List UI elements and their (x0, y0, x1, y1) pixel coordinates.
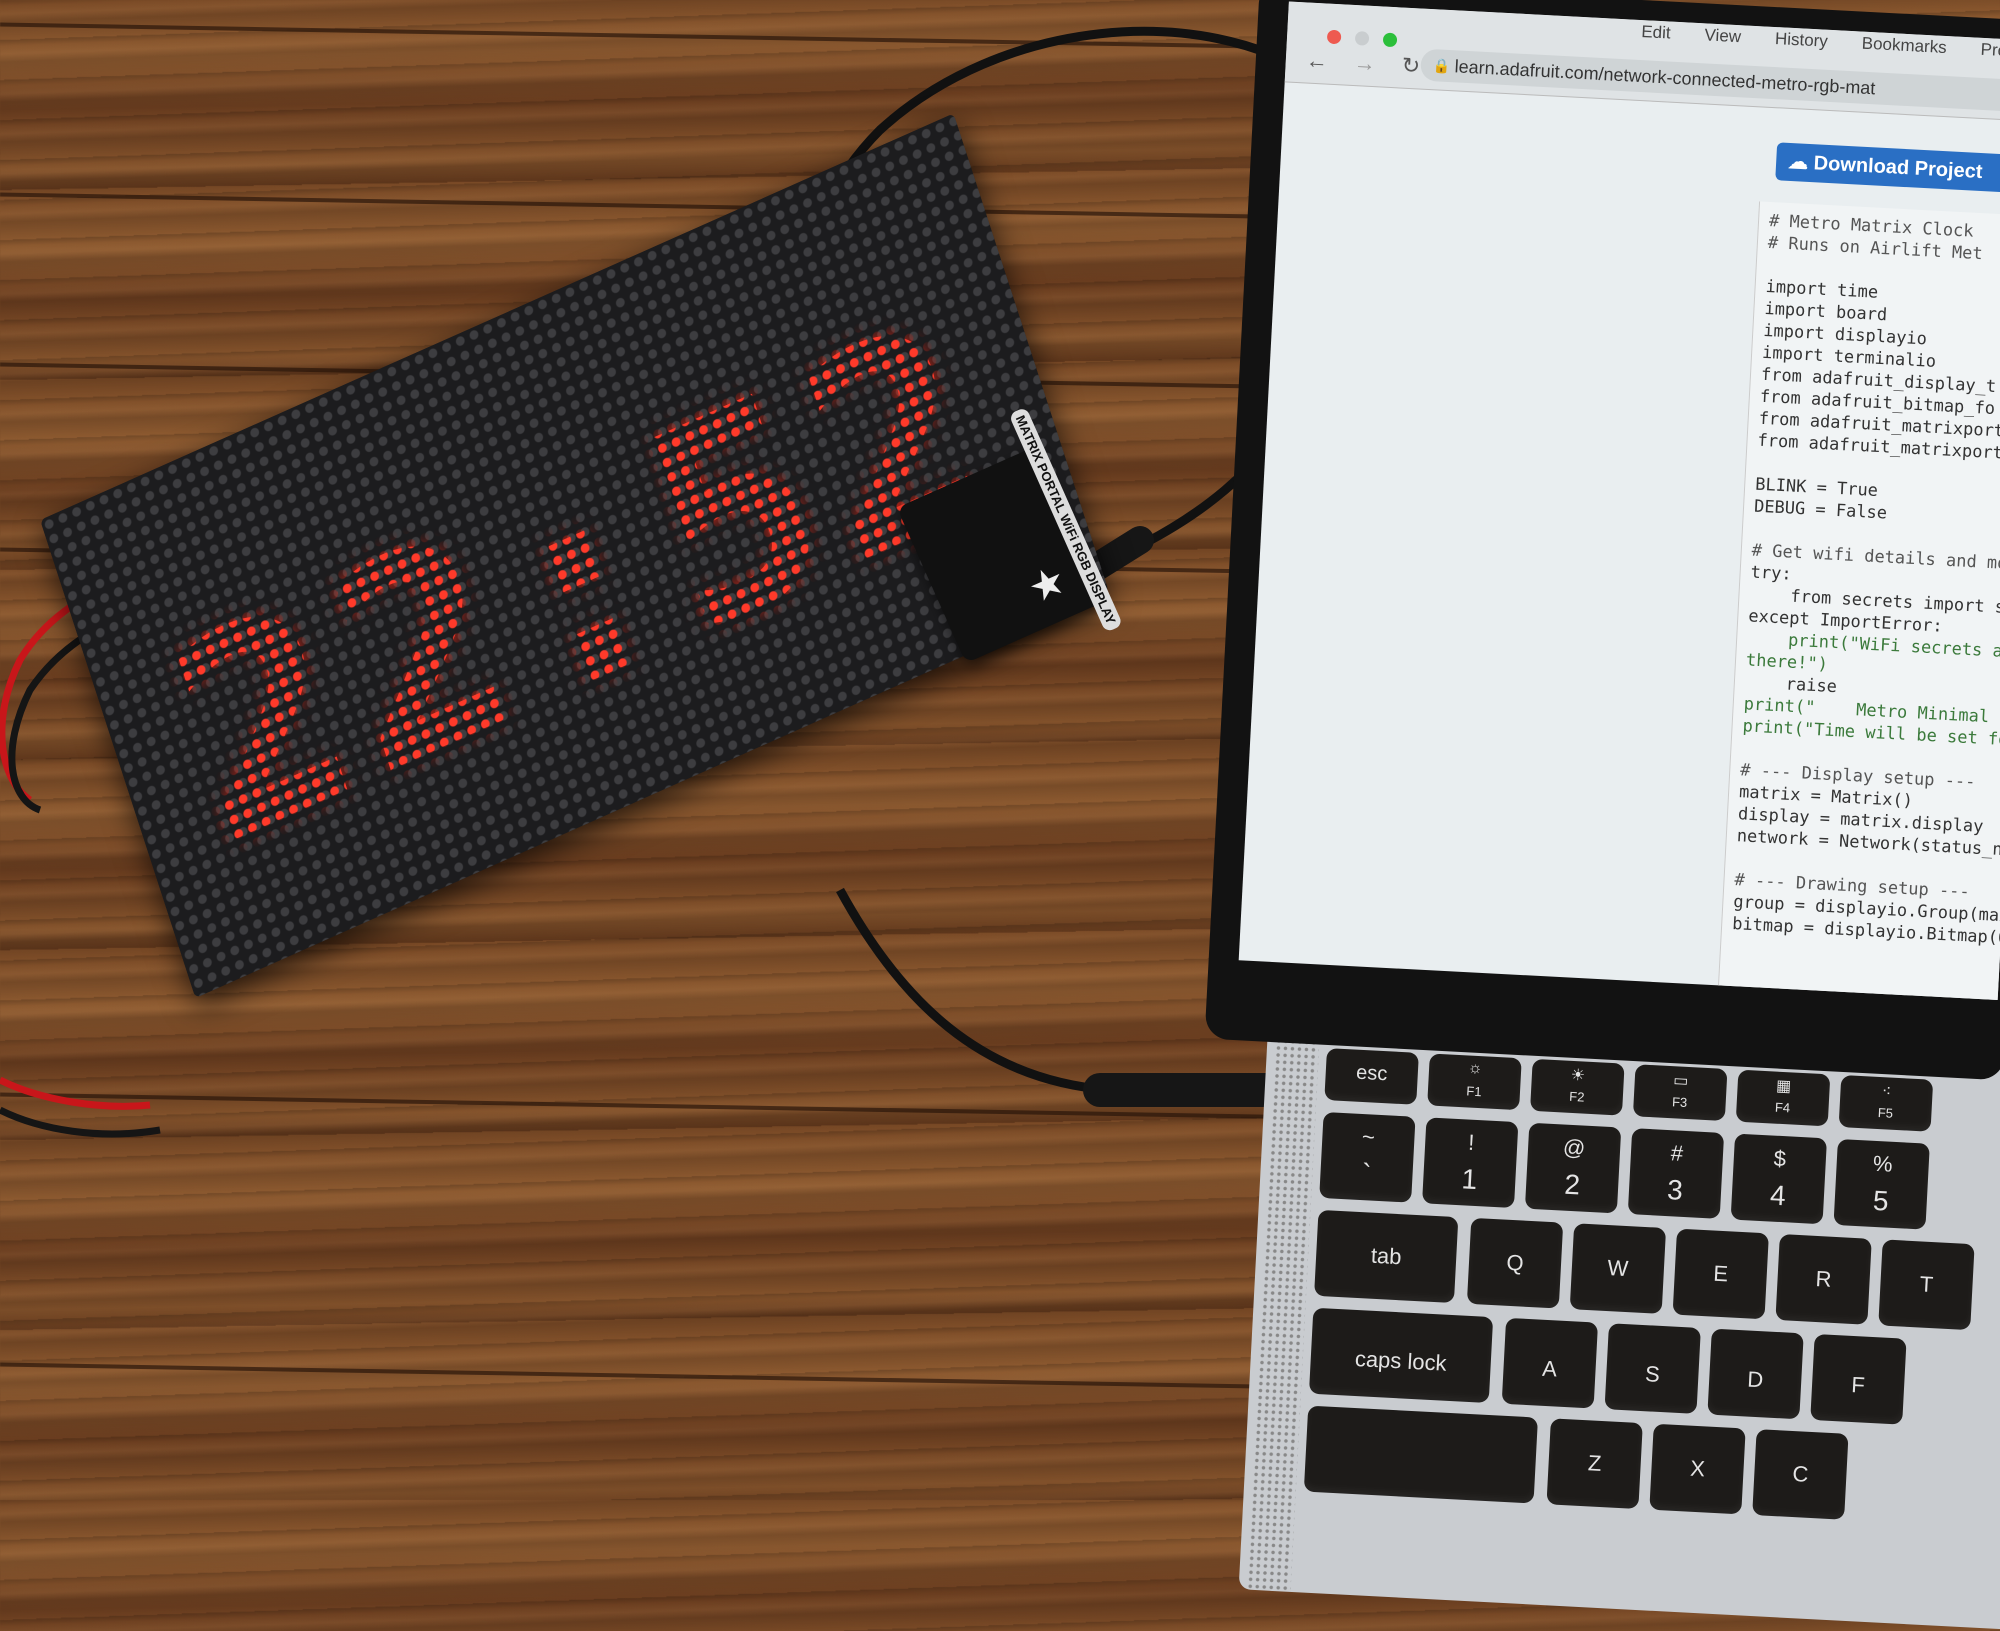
key-label: 5 (1872, 1184, 1890, 1217)
key-4[interactable]: $4 (1730, 1133, 1827, 1225)
key-label: S (1644, 1361, 1661, 1387)
key-a[interactable]: A (1501, 1317, 1599, 1409)
key-tab[interactable]: tab (1314, 1209, 1459, 1304)
key-shift[interactable] (1303, 1405, 1538, 1504)
key-label: D (1746, 1366, 1764, 1393)
key-1[interactable]: ! 1 (1422, 1117, 1519, 1209)
adafruit-star-icon: ★ (1023, 558, 1071, 610)
minimize-window-button[interactable] (1354, 31, 1370, 46)
key-label: 4 (1769, 1179, 1787, 1212)
key-label: 1 (1460, 1163, 1478, 1196)
key-label: ☀ (1570, 1066, 1586, 1085)
key-label: ▦ (1775, 1077, 1792, 1096)
forward-arrow-icon[interactable]: → (1353, 50, 1376, 77)
key-label: F3 (1671, 1094, 1688, 1110)
key-label: Z (1587, 1450, 1603, 1476)
key-label: F5 (1877, 1104, 1894, 1121)
key-f3[interactable]: ▭ F3 (1632, 1064, 1728, 1121)
lock-icon: 🔒 (1432, 57, 1451, 75)
key-label: R (1815, 1265, 1833, 1292)
key-label: 2 (1563, 1168, 1581, 1201)
key-label (1307, 1436, 1537, 1448)
key-q[interactable]: Q (1466, 1217, 1564, 1309)
key-label: 3 (1666, 1174, 1684, 1206)
url-text: learn.adafruit.com/network-connected-met… (1454, 56, 1876, 99)
key-label: X (1689, 1455, 1706, 1482)
power-wire-black (0, 1106, 161, 1138)
key-z[interactable]: Z (1546, 1418, 1643, 1509)
laptop-screen: Edit View History Bookmarks Profiles ← → ↻ 🔒… (1238, 1, 2000, 1001)
key-label: A (1541, 1355, 1558, 1382)
key-label: F4 (1774, 1099, 1791, 1116)
key-t[interactable]: T (1878, 1239, 1975, 1331)
download-project-button[interactable]: ☁ Download Project (1775, 142, 2000, 197)
key-f[interactable]: F (1810, 1333, 1907, 1425)
menu-item[interactable]: Bookmarks (1861, 34, 1947, 58)
key-label: % (1872, 1150, 1894, 1177)
close-window-button[interactable] (1326, 29, 1342, 45)
menu-item[interactable]: Edit (1641, 22, 1671, 44)
key-s[interactable]: S (1604, 1323, 1701, 1414)
key-w[interactable]: W (1569, 1223, 1667, 1314)
key-5[interactable]: % 5 (1833, 1138, 1930, 1230)
key-label: T (1919, 1271, 1934, 1298)
key-label: F (1850, 1371, 1866, 1398)
key-esc[interactable]: esc (1324, 1048, 1419, 1105)
key-label: W (1606, 1255, 1629, 1282)
key-label: esc (1355, 1061, 1388, 1086)
key-f2[interactable]: ☀ F2 (1530, 1058, 1625, 1116)
key-d[interactable]: D (1707, 1328, 1804, 1420)
key-label: @ (1562, 1134, 1586, 1161)
key-label: E (1712, 1260, 1729, 1287)
power-wire-red (0, 1076, 151, 1110)
menu-item[interactable]: View (1704, 25, 1741, 47)
download-label: Download Project (1813, 152, 1983, 184)
key-label: F2 (1568, 1088, 1585, 1105)
window-controls (1326, 29, 1398, 48)
key-0[interactable]: ~ ` (1319, 1111, 1416, 1203)
key-e[interactable]: E (1672, 1228, 1769, 1320)
key-r[interactable]: R (1775, 1234, 1872, 1325)
key-2[interactable]: @2 (1524, 1122, 1622, 1214)
key-3[interactable]: #3 (1627, 1128, 1725, 1219)
key-label: tab (1370, 1242, 1403, 1270)
browser-chrome: Edit View History Bookmarks Profiles ← → ↻ 🔒… (1284, 1, 2000, 123)
address-bar[interactable]: 🔒 learn.adafruit.com/network-connected-m… (1419, 48, 2000, 119)
menu-item[interactable]: Profiles (1980, 40, 2000, 63)
key-label: $ (1773, 1145, 1787, 1172)
reload-icon[interactable]: ↻ (1401, 53, 1421, 80)
nav-buttons: ← → ↻ (1305, 48, 1421, 80)
key-caps-lock[interactable]: caps lock (1308, 1307, 1494, 1404)
key-f4[interactable]: ▦ F4 (1735, 1069, 1831, 1127)
key-label (1327, 1052, 1419, 1057)
maximize-window-button[interactable] (1382, 32, 1398, 48)
back-arrow-icon[interactable]: ← (1305, 48, 1328, 75)
laptop-lid: Edit View History Bookmarks Profiles ← → ↻ 🔒… (1204, 0, 2000, 1081)
key-label: # (1670, 1140, 1684, 1166)
key-label: ☼ (1467, 1059, 1483, 1078)
key-c[interactable]: C (1752, 1429, 1849, 1520)
usb-cable (836, 887, 1111, 1095)
cloud-icon: ☁ (1787, 150, 1815, 175)
key-label: F1 (1466, 1083, 1482, 1100)
key-x[interactable]: X (1649, 1423, 1746, 1515)
key-f1[interactable]: ☼ F1 (1427, 1053, 1522, 1111)
key-label: C (1791, 1461, 1809, 1487)
key-label: ▭ (1672, 1072, 1689, 1091)
key-label: ! (1467, 1129, 1476, 1155)
menu-bar: Edit View History Bookmarks Profiles (1641, 22, 2000, 63)
key-label: Q (1505, 1249, 1525, 1276)
key-f5[interactable]: ⁖ F5 (1838, 1075, 1934, 1132)
key-label: ~ (1361, 1124, 1376, 1150)
key-label: caps lock (1354, 1345, 1448, 1376)
laptop-base: esc ☼ F1 ☀ F2 ▭ F3 ▦ F4 ⁖ F5 ~ `! 1 @2 #3 $4% 5 tab Q W E R Tca… (1238, 990, 2000, 1631)
key-label: ⁖ (1881, 1083, 1892, 1101)
menu-item[interactable]: History (1774, 29, 1829, 52)
code-block: # Metro Matrix Clock # Runs on Airlift Me… (1716, 201, 2000, 1001)
key-label: ` (1361, 1158, 1372, 1190)
